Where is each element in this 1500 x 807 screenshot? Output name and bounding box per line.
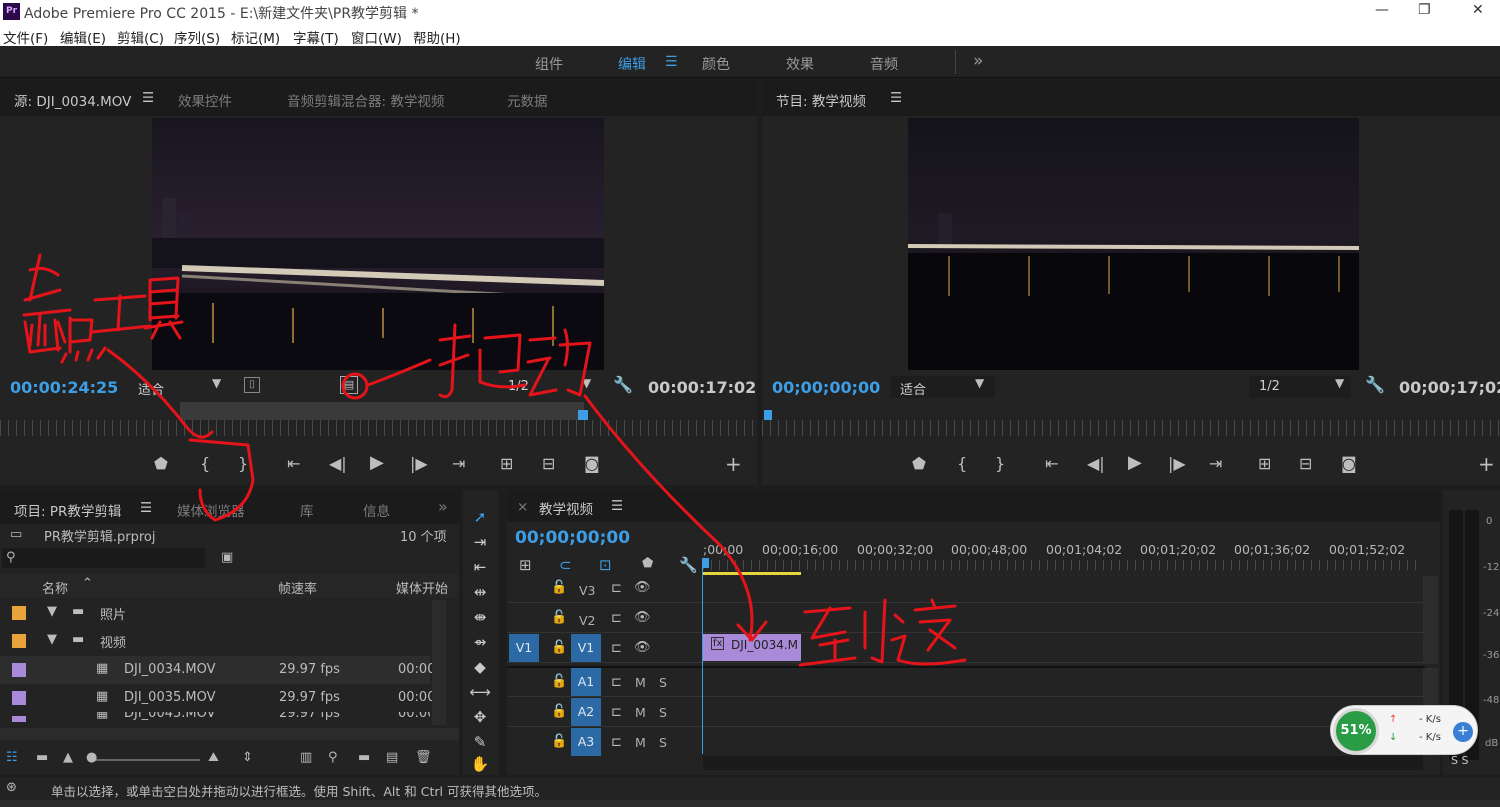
red-handwritten-annotation — [22, 253, 967, 667]
annotation-pointer-line — [106, 348, 255, 522]
annotation-dao-zhe — [798, 598, 967, 667]
annotation-arrow — [583, 394, 768, 642]
annotation-tuo-dong — [341, 323, 592, 400]
annotation-dian-gong-ju — [22, 253, 184, 347]
